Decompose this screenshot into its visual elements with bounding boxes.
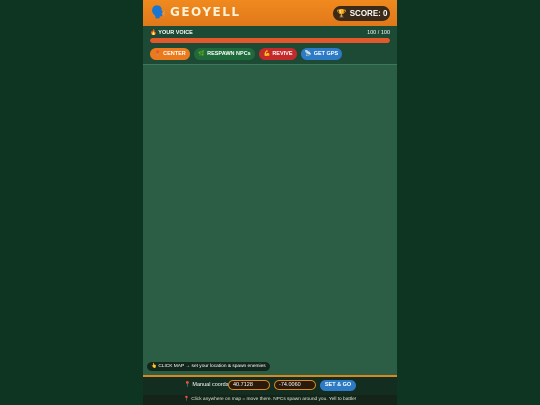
- voice-bar: [150, 38, 390, 43]
- score-badge: 🏆 SCORE: 0: [333, 6, 390, 21]
- pointing-hand-icon: 👆: [151, 364, 157, 369]
- get-gps-button[interactable]: 📡 GET GPS: [301, 48, 342, 60]
- muscle-icon: 💪: [263, 51, 271, 57]
- fire-icon: 🔥: [150, 30, 157, 36]
- set-and-go-button[interactable]: SET & GO: [320, 380, 356, 391]
- satellite-icon: 📡: [304, 51, 312, 57]
- leaf-icon: 🌿: [198, 51, 206, 57]
- trophy-icon: 🏆: [336, 9, 347, 18]
- header-bar: 🗣️ GEOYELL 🏆 SCORE: 0: [143, 0, 397, 26]
- longitude-input[interactable]: [274, 380, 316, 390]
- manual-coords-label: 📍 Manual coords:: [184, 382, 230, 388]
- map-area[interactable]: [143, 64, 397, 376]
- voice-label: 🔥 YOUR VOICE: [150, 30, 193, 36]
- game-app: 🗣️ GEOYELL 🏆 SCORE: 0 🔥 YOUR VOICE 100 /…: [143, 0, 397, 405]
- map-hint: 👆 CLICK MAP → set your location & spawn …: [147, 362, 270, 371]
- score-label: SCORE: 0: [349, 9, 388, 18]
- center-button[interactable]: 📍 CENTER: [150, 48, 190, 60]
- coords-panel: [143, 375, 397, 396]
- voice-bar-fill: [150, 38, 390, 43]
- revive-button[interactable]: 💪 REVIVE: [259, 48, 297, 60]
- voice-value: 100 / 100: [367, 30, 390, 36]
- pin-icon: 📍: [154, 51, 162, 57]
- pin-icon: 📍: [183, 397, 190, 402]
- footer-instructions: 📍 Click anywhere on map = move there. NP…: [143, 395, 397, 405]
- respawn-npcs-button[interactable]: 🌿 RESPAWN NPCs: [194, 48, 255, 60]
- app-title: GEOYELL: [170, 5, 241, 19]
- pin-icon: 📍: [184, 382, 191, 388]
- latitude-input[interactable]: [228, 380, 270, 390]
- megaphone-head-icon: 🗣️: [151, 5, 166, 19]
